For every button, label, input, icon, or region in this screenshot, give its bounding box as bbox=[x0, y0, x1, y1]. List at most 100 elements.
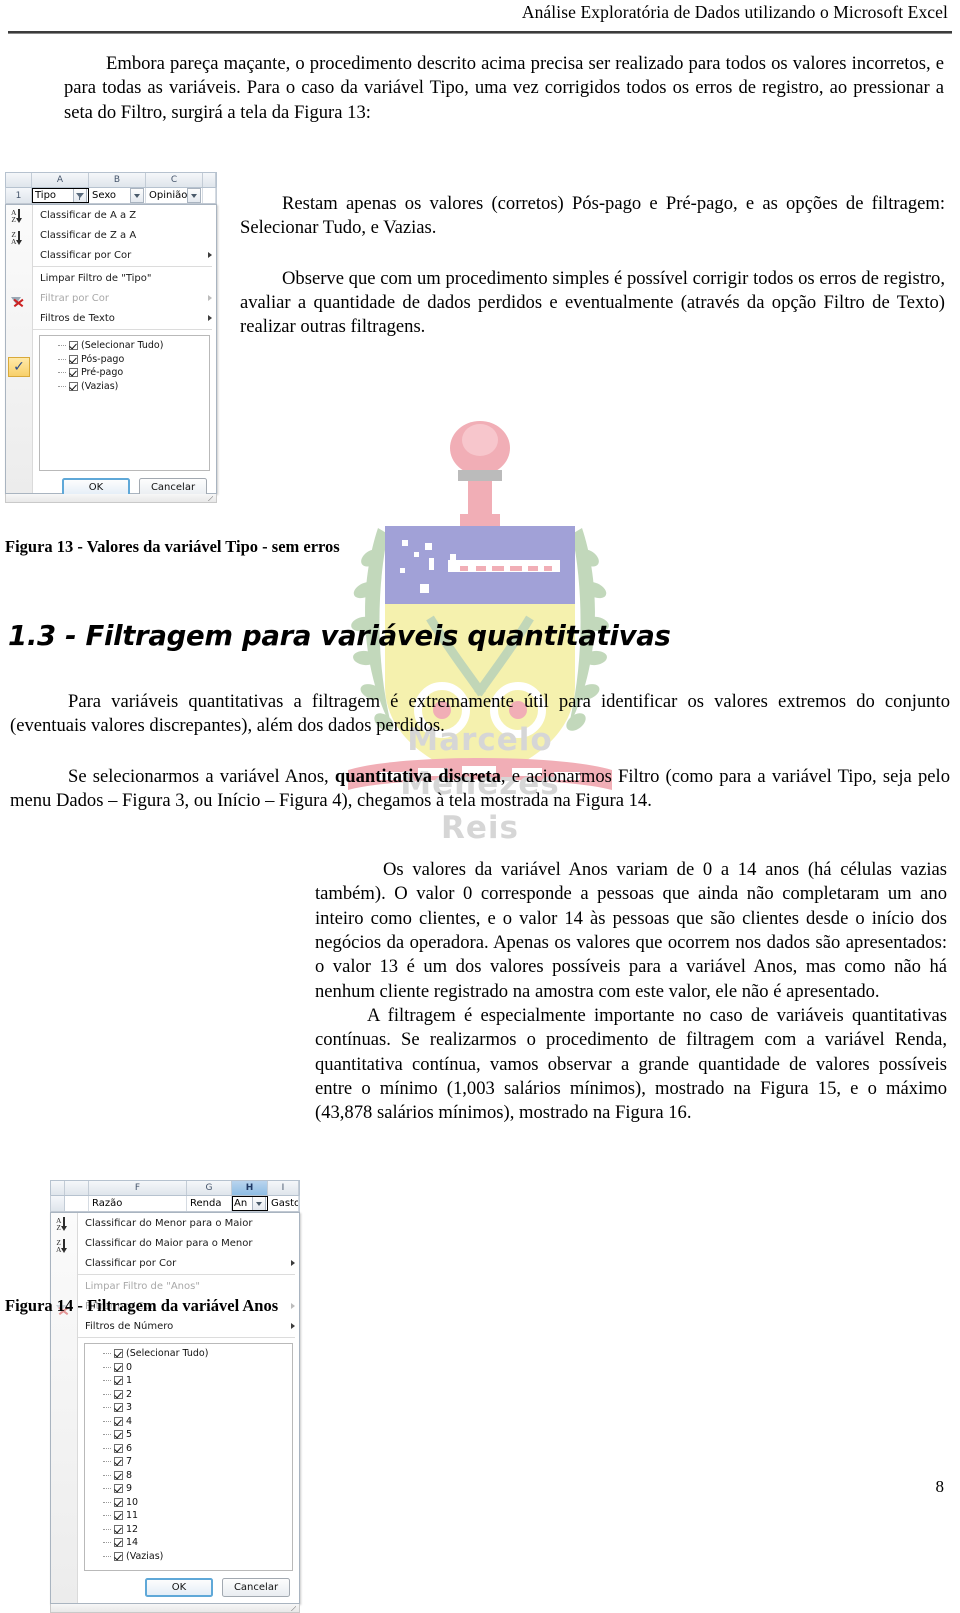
menu-item-sort-za-label: Classificar de Z a A bbox=[40, 229, 137, 241]
filter-value-item[interactable]: (Selecionar Tudo) bbox=[103, 1347, 292, 1361]
cell-opiniao[interactable]: Opinião bbox=[146, 188, 203, 203]
filter-value-item[interactable]: 2 bbox=[103, 1388, 292, 1402]
menu-item-number-filters-label: Filtros de Número bbox=[85, 1320, 174, 1332]
checkbox-checked-icon[interactable] bbox=[114, 1538, 123, 1548]
figura13-excel-filter-dialog[interactable]: A B C 1 Tipo Sexo Opinião AZ ZA ✓ Classi… bbox=[5, 172, 217, 503]
column-header-g[interactable]: G bbox=[187, 1181, 232, 1195]
filter-dropdown-icon-opiniao[interactable] bbox=[187, 188, 202, 203]
filter-value-item[interactable]: Pré-pago bbox=[58, 366, 209, 380]
checkbox-checked-icon[interactable] bbox=[114, 1457, 123, 1467]
menu-item-text-filters[interactable]: Filtros de Texto bbox=[33, 308, 216, 328]
checkbox-checked-icon[interactable] bbox=[114, 1362, 123, 1372]
checkbox-checked-icon[interactable] bbox=[114, 1497, 123, 1507]
cell-tipo[interactable]: Tipo bbox=[32, 188, 89, 203]
checkbox-checked-icon[interactable] bbox=[114, 1389, 123, 1399]
menu-item-sort-az[interactable]: Classificar de A a Z bbox=[33, 205, 216, 225]
checkbox-checked-icon[interactable] bbox=[69, 354, 78, 364]
submenu-arrow-icon bbox=[291, 1303, 295, 1309]
dialog-resize-grip[interactable] bbox=[5, 494, 217, 503]
checkbox-checked-icon[interactable] bbox=[69, 368, 78, 378]
filter-value-item[interactable]: Pós-pago bbox=[58, 353, 209, 367]
cell-razao-label: Razão bbox=[92, 1198, 123, 1209]
cell-renda[interactable]: Renda bbox=[187, 1196, 232, 1211]
figura14-excel-filter-dialog[interactable]: F G H I Razão Renda An Gasto AZ ZA Class… bbox=[50, 1180, 300, 1613]
filter-value-item[interactable]: (Vazias) bbox=[103, 1550, 292, 1564]
cell-blank[interactable] bbox=[65, 1196, 89, 1211]
menu-items-column: Classificar de A a Z Classificar de Z a … bbox=[33, 205, 216, 497]
filter-value-item[interactable]: 3 bbox=[103, 1401, 292, 1415]
filter-value-item[interactable]: 11 bbox=[103, 1509, 292, 1523]
menu-item-sort-by-color[interactable]: Classificar por Cor bbox=[33, 245, 216, 265]
dialog-resize-grip[interactable] bbox=[50, 1604, 300, 1613]
column-header-c[interactable]: C bbox=[146, 173, 203, 187]
checkbox-checked-icon[interactable] bbox=[114, 1430, 123, 1440]
worksheet-column-headers: A B C bbox=[5, 172, 217, 187]
filter-value-item[interactable]: 4 bbox=[103, 1415, 292, 1429]
cell-anos[interactable]: An bbox=[232, 1196, 268, 1211]
corner-cell bbox=[6, 173, 32, 187]
filter-value-item[interactable]: (Vazias) bbox=[58, 380, 209, 394]
menu-item-sort-za[interactable]: Classificar de Z a A bbox=[33, 225, 216, 245]
menu-item-sort-largest-smallest[interactable]: Classificar do Maior para o Menor bbox=[78, 1233, 299, 1253]
cell-gasto[interactable]: Gasto bbox=[268, 1196, 299, 1211]
column-header-h[interactable]: H bbox=[232, 1181, 268, 1195]
checkbox-checked-icon[interactable] bbox=[114, 1511, 123, 1521]
section-heading-1-3: 1.3 - Filtragem para variáveis quantitat… bbox=[8, 620, 671, 652]
menu-item-clear-filter[interactable]: Limpar Filtro de "Tipo" bbox=[33, 268, 216, 288]
checkbox-checked-icon[interactable] bbox=[114, 1416, 123, 1426]
filter-values-list[interactable]: (Selecionar Tudo) 0 1 2 3 4 5 6 7 8 9 10 11 12 14 (Vazi… bbox=[84, 1343, 293, 1571]
filter-value-item[interactable]: 10 bbox=[103, 1496, 292, 1510]
filter-value-item[interactable]: 6 bbox=[103, 1442, 292, 1456]
corner-cell bbox=[51, 1181, 65, 1195]
column-header-i[interactable]: I bbox=[268, 1181, 299, 1195]
checkbox-checked-icon[interactable] bbox=[114, 1484, 123, 1494]
ok-button[interactable]: OK bbox=[145, 1578, 213, 1597]
cell-next[interactable] bbox=[203, 188, 216, 203]
filter-value-item[interactable]: 7 bbox=[103, 1455, 292, 1469]
menu-item-sort-smallest-largest[interactable]: Classificar do Menor para o Maior bbox=[78, 1213, 299, 1233]
filter-value-label: 0 bbox=[126, 1361, 133, 1373]
row-number: 1 bbox=[6, 188, 32, 203]
filter-value-item[interactable]: 9 bbox=[103, 1482, 292, 1496]
menu-item-sort-by-color[interactable]: Classificar por Cor bbox=[78, 1253, 299, 1273]
checkbox-checked-icon[interactable] bbox=[69, 341, 78, 351]
menu-icon-gutter: AZ ZA ✓ bbox=[6, 205, 33, 493]
checkbox-checked-icon[interactable] bbox=[114, 1349, 123, 1359]
cell-razao[interactable]: Razão bbox=[89, 1196, 187, 1211]
filter-dropdown-icon-sexo[interactable] bbox=[130, 188, 144, 203]
filter-active-icon[interactable] bbox=[73, 188, 87, 203]
header-divider bbox=[8, 31, 952, 34]
cancel-button[interactable]: Cancelar bbox=[222, 1578, 290, 1597]
checkbox-checked-icon[interactable] bbox=[114, 1551, 123, 1561]
checkbox-checked-icon[interactable] bbox=[114, 1403, 123, 1413]
column-header-b[interactable]: B bbox=[89, 173, 146, 187]
filter-value-item[interactable]: 14 bbox=[103, 1536, 292, 1550]
paragraph-3: Observe que com um procedimento simples … bbox=[240, 267, 945, 338]
checkbox-checked-icon[interactable] bbox=[114, 1470, 123, 1480]
autofilter-dropdown-menu[interactable]: AZ ZA ✓ Classificar de A a Z Classificar… bbox=[5, 204, 217, 497]
checkbox-checked-icon[interactable] bbox=[114, 1524, 123, 1534]
filter-value-item[interactable]: (Selecionar Tudo) bbox=[58, 339, 209, 353]
column-header-d[interactable] bbox=[203, 173, 216, 187]
menu-item-text-filters-label: Filtros de Texto bbox=[40, 312, 115, 324]
menu-item-number-filters[interactable]: Filtros de Número bbox=[78, 1316, 299, 1336]
filter-value-item[interactable]: 1 bbox=[103, 1374, 292, 1388]
cell-sexo[interactable]: Sexo bbox=[89, 188, 146, 203]
checkbox-checked-icon[interactable] bbox=[114, 1376, 123, 1386]
autofilter-dropdown-menu[interactable]: AZ ZA Classificar do Menor para o Maior … bbox=[50, 1212, 300, 1604]
column-header-f[interactable]: F bbox=[89, 1181, 187, 1195]
filter-dropdown-icon-anos[interactable] bbox=[252, 1196, 266, 1211]
cell-tipo-label: Tipo bbox=[35, 190, 57, 201]
checkbox-checked-icon[interactable] bbox=[114, 1443, 123, 1453]
paragraph-5: Se selecionarmos a variável Anos, quanti… bbox=[10, 765, 950, 814]
filter-value-item[interactable]: 0 bbox=[103, 1361, 292, 1375]
column-header-a[interactable]: A bbox=[32, 173, 89, 187]
filter-value-item[interactable]: 5 bbox=[103, 1428, 292, 1442]
filter-value-label: 4 bbox=[126, 1415, 133, 1427]
filter-values-list[interactable]: (Selecionar Tudo) Pós-pago Pré-pago (Vaz… bbox=[39, 335, 210, 471]
filter-value-item[interactable]: 8 bbox=[103, 1469, 292, 1483]
filter-value-item[interactable]: 12 bbox=[103, 1523, 292, 1537]
filter-value-label: 7 bbox=[126, 1456, 133, 1468]
checkbox-checked-icon[interactable] bbox=[69, 381, 78, 391]
filter-value-label: 6 bbox=[126, 1442, 133, 1454]
